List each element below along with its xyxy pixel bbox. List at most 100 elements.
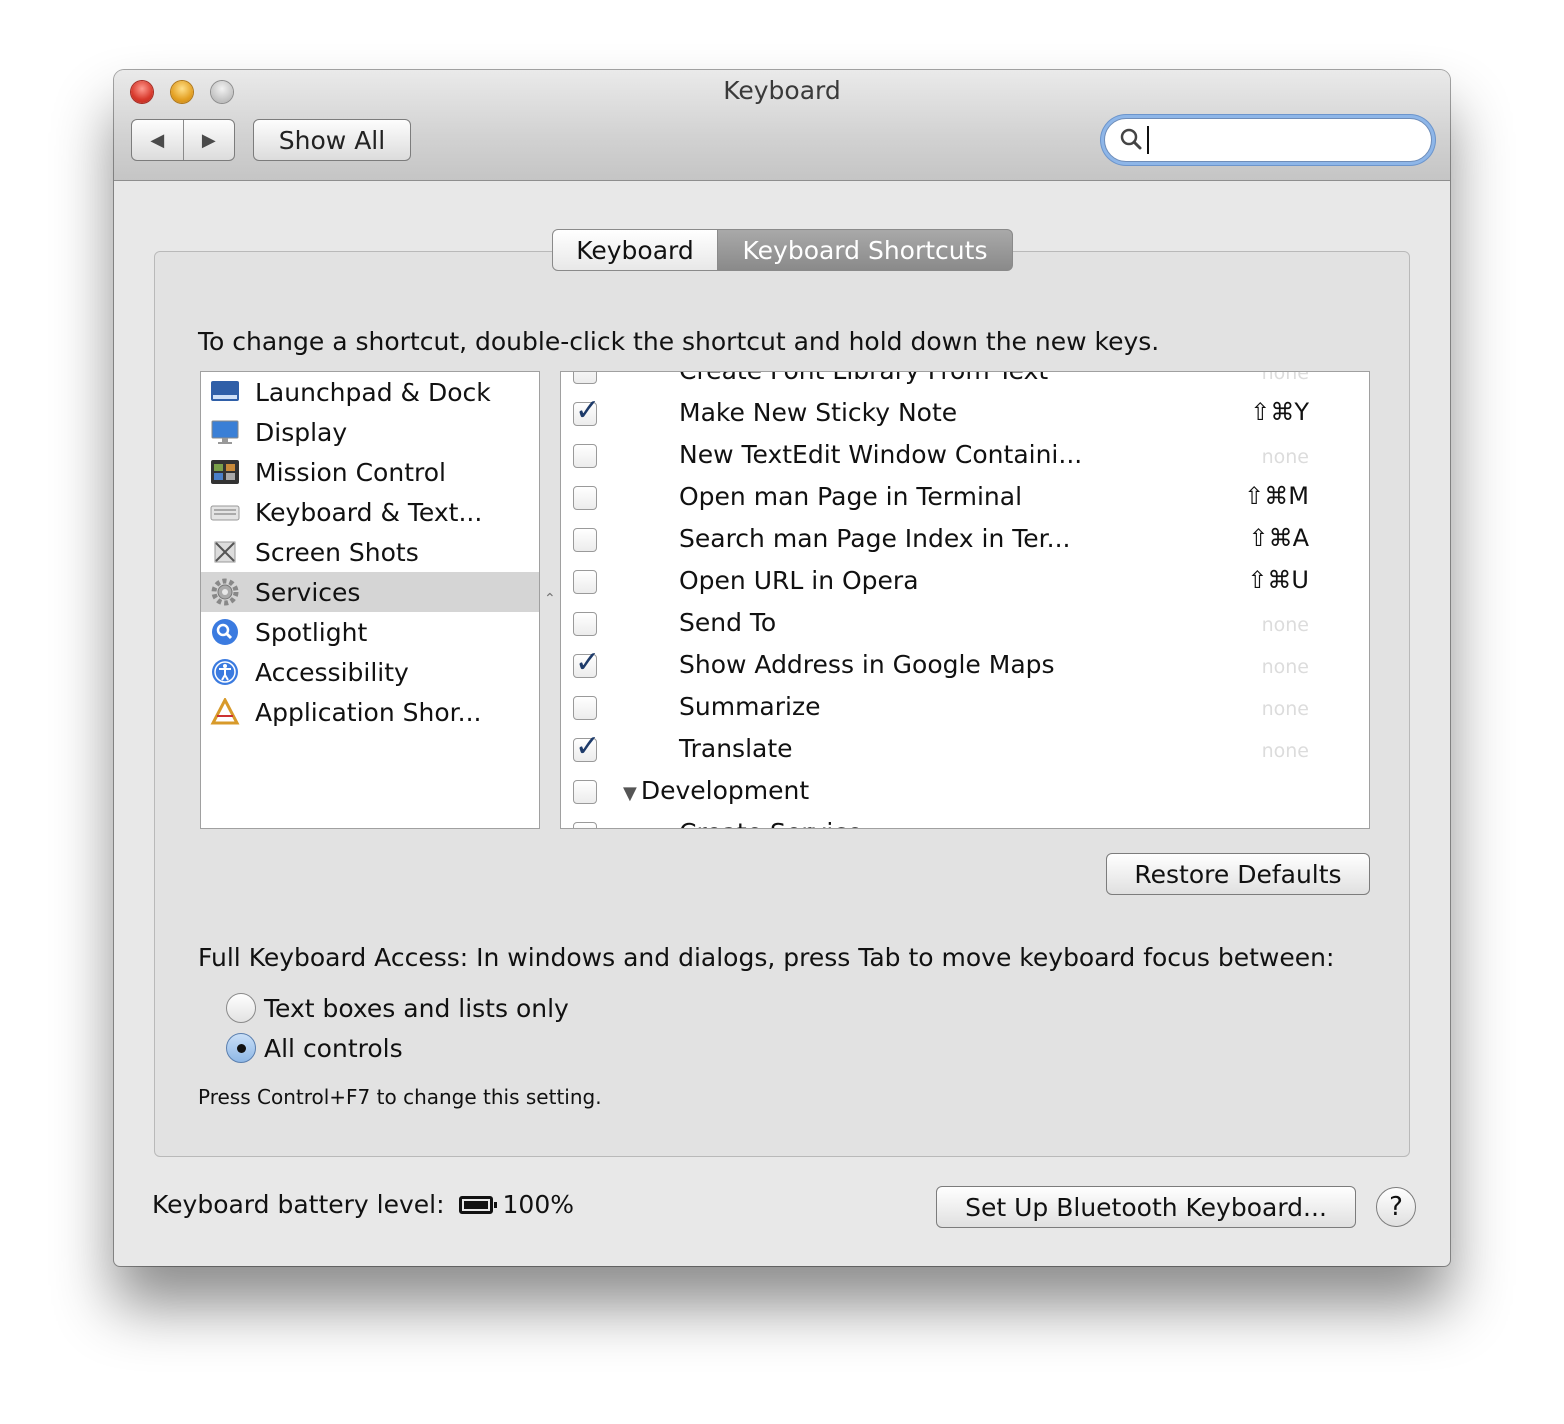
tab-keyboard[interactable]: Keyboard bbox=[552, 229, 718, 271]
service-row[interactable]: ✓ Translate none bbox=[561, 729, 1369, 772]
service-row[interactable]: Create Service bbox=[561, 814, 1369, 828]
service-label: Send To bbox=[679, 608, 777, 637]
service-shortcut[interactable]: ⇧⌘U bbox=[1247, 566, 1309, 594]
category-spotlight[interactable]: Spotlight bbox=[201, 612, 539, 652]
tab-bar: Keyboard Keyboard Shortcuts bbox=[552, 229, 1013, 271]
group-label: ▼ Development bbox=[623, 776, 809, 805]
screenshot-icon bbox=[209, 538, 241, 566]
back-arrow-icon: ◀ bbox=[150, 129, 165, 151]
service-row[interactable]: Search man Page Index in Ter... ⇧⌘A bbox=[561, 520, 1369, 562]
category-mission-control[interactable]: Mission Control bbox=[201, 452, 539, 492]
category-application-shortcuts[interactable]: Application Shor... bbox=[201, 692, 539, 732]
shortcut-hint-text: Press Control+F7 to change this setting. bbox=[198, 1085, 602, 1109]
service-label: Create Font Library From Text bbox=[679, 372, 1048, 385]
radio-label: Text boxes and lists only bbox=[264, 993, 569, 1023]
show-all-button[interactable]: Show All bbox=[253, 119, 411, 161]
instruction-text: To change a shortcut, double-click the s… bbox=[198, 327, 1160, 356]
service-group-row[interactable]: ▼ Development bbox=[561, 772, 1369, 814]
category-label: Screen Shots bbox=[255, 537, 419, 567]
service-shortcut[interactable]: none bbox=[1262, 372, 1309, 384]
set-up-bluetooth-keyboard-button[interactable]: Set Up Bluetooth Keyboard... bbox=[936, 1186, 1356, 1228]
disclosure-triangle-icon[interactable]: ▼ bbox=[623, 783, 637, 804]
category-accessibility[interactable]: Accessibility bbox=[201, 652, 539, 692]
service-shortcut[interactable]: none bbox=[1262, 698, 1309, 720]
search-field[interactable] bbox=[1104, 118, 1432, 162]
service-checkbox[interactable] bbox=[573, 372, 597, 384]
battery-value: 100% bbox=[502, 1190, 575, 1219]
mission-control-icon bbox=[209, 458, 241, 486]
split-view-resize-handle[interactable]: ⌃ bbox=[544, 591, 556, 607]
service-row[interactable]: Create Font Library From Text none bbox=[561, 372, 1369, 394]
shortcut-category-list[interactable]: Launchpad & Dock Display Mission Control… bbox=[200, 371, 540, 829]
service-shortcut[interactable]: none bbox=[1262, 614, 1309, 636]
tab-content-pane: To change a shortcut, double-click the s… bbox=[154, 251, 1410, 1157]
service-label: Make New Sticky Note bbox=[679, 398, 958, 427]
back-button[interactable]: ◀ bbox=[132, 120, 183, 160]
category-label: Mission Control bbox=[255, 457, 446, 487]
service-row[interactable]: ✓ Show Address in Google Maps none bbox=[561, 645, 1369, 688]
spotlight-icon bbox=[209, 618, 241, 646]
service-shortcut[interactable]: none bbox=[1262, 446, 1309, 468]
forward-arrow-icon: ▶ bbox=[201, 129, 216, 151]
category-launchpad-dock[interactable]: Launchpad & Dock bbox=[201, 372, 539, 412]
battery-label: Keyboard battery level: bbox=[152, 1190, 445, 1219]
battery-fill bbox=[463, 1200, 488, 1209]
service-checkbox[interactable] bbox=[573, 486, 597, 510]
radio-button[interactable] bbox=[226, 1033, 256, 1063]
service-checkbox[interactable]: ✓ bbox=[573, 729, 600, 764]
service-label: Translate bbox=[679, 734, 793, 763]
service-row[interactable]: Open man Page in Terminal ⇧⌘M bbox=[561, 478, 1369, 520]
group-checkbox[interactable] bbox=[573, 780, 597, 804]
title-bar: Keyboard ◀ ▶ Show All bbox=[114, 70, 1450, 181]
services-shortcut-list[interactable]: Create Font Library From Text none ✓ Mak… bbox=[560, 371, 1370, 829]
category-services[interactable]: Services bbox=[201, 572, 539, 612]
service-checkbox[interactable] bbox=[573, 444, 597, 468]
category-label: Spotlight bbox=[255, 617, 368, 647]
launchpad-dock-icon bbox=[209, 378, 241, 406]
service-label: Create Service bbox=[679, 818, 862, 828]
service-row[interactable]: New TextEdit Window Containi... none bbox=[561, 436, 1369, 478]
radio-text-boxes-only[interactable]: Text boxes and lists only bbox=[226, 988, 569, 1028]
service-checkbox[interactable] bbox=[573, 528, 597, 552]
forward-button[interactable]: ▶ bbox=[182, 120, 235, 160]
service-checkbox[interactable]: ✓ bbox=[573, 645, 600, 680]
service-checkbox[interactable] bbox=[573, 570, 597, 594]
tab-keyboard-shortcuts[interactable]: Keyboard Shortcuts bbox=[718, 229, 1013, 271]
service-shortcut[interactable]: ⇧⌘A bbox=[1248, 524, 1309, 552]
service-row[interactable]: ✓ Make New Sticky Note ⇧⌘Y bbox=[561, 393, 1369, 436]
service-shortcut[interactable]: none bbox=[1262, 740, 1309, 762]
service-row[interactable]: Summarize none bbox=[561, 688, 1369, 730]
battery-icon bbox=[458, 1195, 497, 1214]
service-row[interactable]: Send To none bbox=[561, 604, 1369, 646]
display-icon bbox=[209, 418, 241, 446]
full-keyboard-access-label: Full Keyboard Access: In windows and dia… bbox=[198, 943, 1335, 972]
search-icon bbox=[1120, 128, 1142, 150]
service-checkbox[interactable]: ✓ bbox=[573, 393, 600, 428]
service-checkbox[interactable] bbox=[573, 612, 597, 636]
service-row[interactable]: Open URL in Opera ⇧⌘U bbox=[561, 562, 1369, 604]
checkmark-icon: ✓ bbox=[575, 393, 601, 428]
group-label-text: Development bbox=[640, 776, 810, 805]
checkmark-icon: ✓ bbox=[575, 729, 601, 764]
restore-defaults-button[interactable]: Restore Defaults bbox=[1106, 853, 1370, 895]
service-shortcut[interactable]: ⇧⌘M bbox=[1244, 482, 1309, 510]
category-label: Launchpad & Dock bbox=[255, 377, 491, 407]
category-keyboard-text[interactable]: Keyboard & Text... bbox=[201, 492, 539, 532]
service-shortcut[interactable]: none bbox=[1262, 656, 1309, 678]
window-title: Keyboard bbox=[723, 76, 841, 105]
search-input[interactable] bbox=[1149, 123, 1419, 157]
service-label: Open man Page in Terminal bbox=[679, 482, 1023, 511]
gear-icon bbox=[209, 578, 241, 606]
service-checkbox[interactable] bbox=[573, 696, 597, 720]
service-shortcut[interactable]: ⇧⌘Y bbox=[1250, 398, 1309, 426]
service-label: New TextEdit Window Containi... bbox=[679, 440, 1083, 469]
service-checkbox[interactable] bbox=[573, 822, 597, 828]
help-button[interactable]: ? bbox=[1376, 1187, 1416, 1227]
radio-button[interactable] bbox=[226, 993, 256, 1023]
keyboard-icon bbox=[209, 498, 241, 526]
category-screen-shots[interactable]: Screen Shots bbox=[201, 532, 539, 572]
category-label: Application Shor... bbox=[255, 697, 482, 727]
service-label: Open URL in Opera bbox=[679, 566, 919, 595]
radio-all-controls[interactable]: All controls bbox=[226, 1028, 403, 1068]
category-display[interactable]: Display bbox=[201, 412, 539, 452]
